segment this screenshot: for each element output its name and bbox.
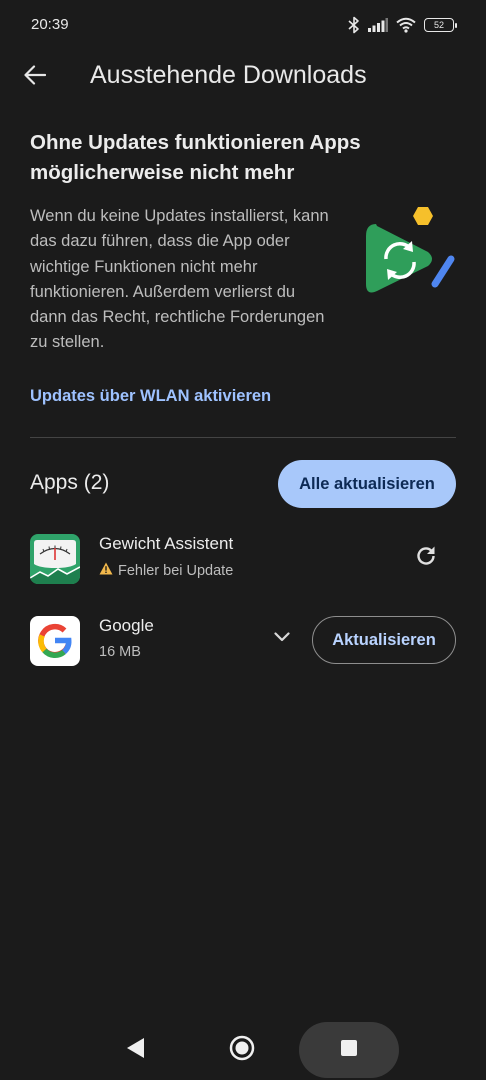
warning-icon [99,562,113,579]
arrow-left-icon [24,64,47,90]
page-title: Ausstehende Downloads [90,61,367,89]
app-bar: Ausstehende Downloads [0,52,486,102]
nav-recents-button[interactable] [299,1022,399,1078]
gewicht-assistent-app-icon [30,534,80,584]
app-name: Gewicht Assistent [99,534,234,553]
list-item-google[interactable]: Google 16 MB Aktualisieren [0,608,486,672]
app-name: Google [99,616,154,635]
wifi-icon [396,17,416,33]
nav-home-icon [229,1035,255,1066]
expand-button[interactable] [266,622,298,654]
battery-icon: 52 [424,18,457,32]
signal-icon [368,18,388,32]
battery-level: 52 [433,19,444,30]
nav-back-icon [126,1037,146,1064]
list-item-gewicht-assistent[interactable]: Gewicht Assistent Fehler bei Update [0,526,486,590]
app-size: 16 MB [99,644,141,660]
bluetooth-icon [348,16,360,34]
app-status-text: Fehler bei Update [118,562,234,579]
divider [30,437,456,438]
enable-wlan-updates-link[interactable]: Updates über WLAN aktivieren [30,387,271,406]
update-all-button[interactable]: Alle aktualisieren [278,460,456,508]
warning-title: Ohne Updates funktionieren Apps mögliche… [30,131,361,184]
update-button[interactable]: Aktualisieren [312,616,456,664]
navigation-bar [0,1020,486,1080]
apps-heading: Apps (2) [30,471,110,494]
app-size-text: 16 MB [99,644,141,660]
status-time: 20:39 [31,16,69,33]
play-store-update-icon [362,204,462,304]
nav-home-button[interactable] [228,1035,256,1066]
warning-body: Wenn du keine Updates installierst, kann… [30,207,329,352]
retry-button[interactable] [408,540,444,576]
chevron-down-icon [274,629,290,647]
app-status: Fehler bei Update [99,562,233,579]
back-button[interactable] [18,60,52,94]
status-icons: 52 [348,14,457,36]
status-bar: 20:39 52 [0,0,486,52]
nav-recents-icon [340,1039,358,1062]
nav-back-button[interactable] [122,1036,150,1064]
google-app-icon [30,616,80,666]
refresh-icon [415,545,437,572]
